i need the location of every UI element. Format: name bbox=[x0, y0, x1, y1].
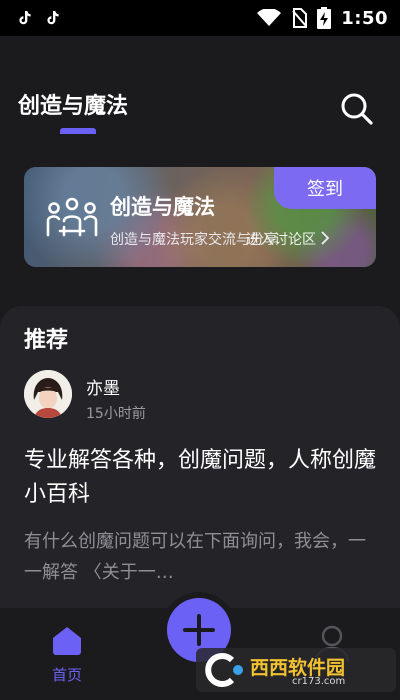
site-watermark: 西西软件园 cr173.com bbox=[196, 648, 396, 692]
watermark-url: cr173.com bbox=[292, 676, 346, 687]
community-banner[interactable]: 创造与魔法 创造与魔法玩家交流与分享 进入讨论区 签到 bbox=[24, 167, 376, 267]
group-icon bbox=[46, 197, 98, 237]
nav-home[interactable]: 首页 bbox=[40, 624, 94, 684]
app-screen: 1:50 创造与魔法 创造与魔法 创造与魔法玩家交流与分享 进入讨论区 签到 推… bbox=[0, 0, 400, 700]
battery-charging-icon bbox=[317, 7, 332, 29]
post-author[interactable]: 亦墨 bbox=[86, 374, 120, 399]
enter-forum-link[interactable]: 进入讨论区 bbox=[246, 229, 330, 249]
nav-home-label: 首页 bbox=[51, 666, 82, 684]
status-bar: 1:50 bbox=[0, 0, 400, 36]
home-icon bbox=[53, 627, 81, 655]
watermark-logo-icon bbox=[205, 653, 243, 687]
no-sim-icon bbox=[292, 8, 308, 28]
status-notifications bbox=[18, 10, 60, 26]
status-time: 1:50 bbox=[341, 7, 388, 29]
post-time: 15小时前 bbox=[86, 406, 146, 422]
tiktok-icon bbox=[47, 11, 59, 25]
chevron-right-icon bbox=[321, 231, 330, 245]
banner-title: 创造与魔法 bbox=[110, 195, 215, 219]
tiktok-icon bbox=[19, 11, 31, 25]
post-title[interactable]: 专业解答各种，创魔问题，人称创魔小百科 bbox=[24, 444, 380, 512]
tab-indicator bbox=[60, 128, 96, 134]
plus-icon bbox=[183, 614, 215, 646]
page-title: 创造与魔法 bbox=[18, 94, 129, 119]
avatar[interactable] bbox=[24, 370, 72, 418]
recommend-section: 推荐 亦墨 15小时前 专业解答各种，创魔问题，人称创魔小百科 有什么创魔问题可… bbox=[0, 306, 400, 626]
wifi-icon bbox=[257, 9, 282, 26]
search-icon[interactable] bbox=[340, 92, 374, 126]
post-excerpt[interactable]: 有什么创魔问题可以在下面询问，我会，一一解答 〈关于一… bbox=[24, 526, 380, 588]
status-system: 1:50 bbox=[257, 7, 388, 29]
enter-forum-label: 进入讨论区 bbox=[246, 232, 316, 248]
checkin-button[interactable]: 签到 bbox=[274, 167, 376, 209]
section-title: 推荐 bbox=[24, 328, 69, 353]
